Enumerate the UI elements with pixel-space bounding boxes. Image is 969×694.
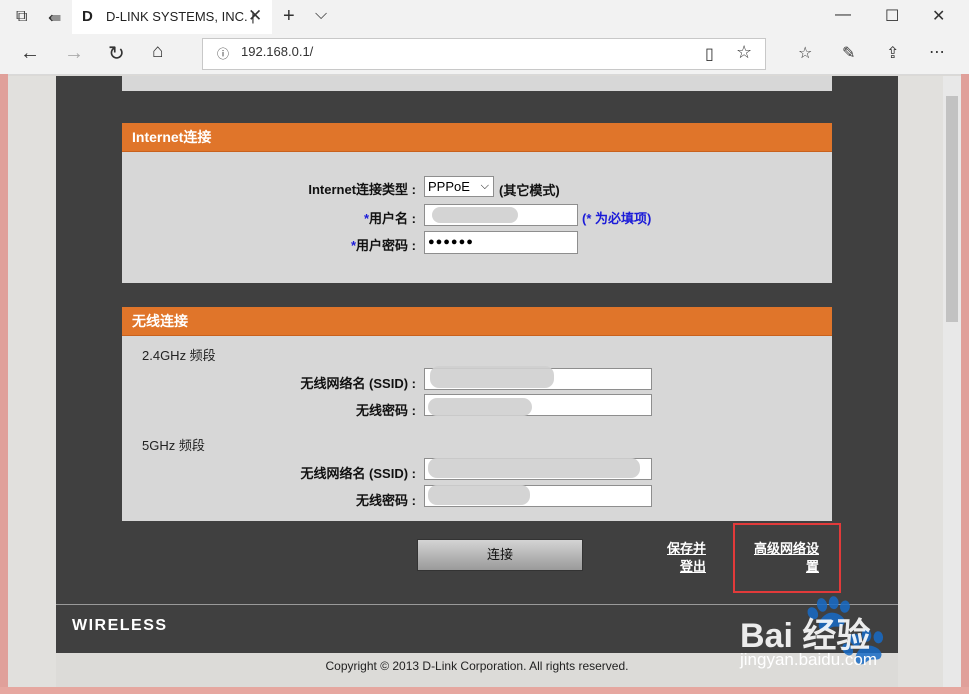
conn-type-label: Internet连接类型 :	[308, 182, 416, 197]
window-edge-bottom	[0, 687, 969, 694]
annotation-highlight-box	[733, 523, 841, 593]
favorite-star-icon[interactable]: ☆	[736, 42, 752, 63]
web-note-icon[interactable]: ✎	[842, 43, 855, 63]
wifi-pwd-5-label: 无线密码 :	[356, 493, 416, 508]
required-note: (* 为必填项)	[582, 211, 652, 226]
wireless-brand: WIRELESS	[72, 617, 168, 634]
new-tab-icon[interactable]: +	[283, 5, 295, 28]
wifi-pwd-5-redacted	[428, 485, 530, 505]
refresh-icon[interactable]: ↻	[108, 41, 125, 66]
save-logout-line1: 保存并	[666, 541, 706, 556]
band-5-heading: 5GHz 频段	[142, 438, 205, 453]
save-logout-link[interactable]: 保存并 登出	[650, 540, 706, 576]
ssid-24-redacted	[430, 366, 554, 388]
internet-panel-title: Internet连接	[122, 123, 832, 152]
password-label-row: *用户密码 :	[320, 235, 416, 254]
window-edge-right	[961, 74, 969, 694]
tab-list-chevron-icon[interactable]: ⌵	[315, 6, 327, 24]
conn-type-value: PPPoE	[428, 179, 470, 194]
back-icon[interactable]: ←	[20, 42, 40, 65]
previous-panel-bottom	[122, 76, 832, 91]
address-text[interactable]: 192.168.0.1/	[241, 44, 313, 59]
minimize-icon[interactable]: —	[835, 6, 851, 24]
username-redacted	[432, 207, 518, 223]
band-24-heading: 2.4GHz 频段	[142, 348, 216, 363]
tab-preview-icon[interactable]: ⧉	[16, 8, 27, 26]
dlink-favicon: D	[82, 8, 93, 25]
password-label: 用户密码 :	[356, 238, 416, 253]
window-edge-left	[0, 74, 8, 694]
reading-view-icon[interactable]: ▯	[705, 44, 714, 64]
username-label-row: *用户名 :	[340, 208, 416, 227]
forward-icon[interactable]: →	[64, 42, 84, 65]
share-icon[interactable]: ⇪	[886, 43, 899, 63]
ssid-24-label: 无线网络名 (SSID) :	[300, 376, 416, 391]
maximize-icon[interactable]: ☐	[885, 6, 899, 26]
chevron-down-icon: ⌵	[480, 180, 489, 192]
page-right-margin	[898, 76, 943, 687]
scrollbar-thumb[interactable]	[946, 96, 958, 322]
password-mask: ●●●●●●	[428, 236, 474, 248]
baidu-watermark-url: jingyan.baidu.com	[740, 650, 878, 669]
wireless-panel-title: 无线连接	[122, 307, 832, 336]
info-icon[interactable]: ⓘ	[217, 45, 229, 62]
set-aside-tabs-icon[interactable]: ⇚	[48, 8, 61, 28]
page-left-margin	[8, 76, 56, 687]
more-menu-icon[interactable]: ⋯	[929, 42, 945, 62]
save-logout-line2: 登出	[679, 559, 706, 574]
ssid-5-label: 无线网络名 (SSID) :	[300, 466, 416, 481]
close-window-icon[interactable]: ✕	[932, 6, 945, 26]
wifi-pwd-24-label: 无线密码 :	[356, 403, 416, 418]
conn-type-note: (其它模式)	[499, 183, 560, 198]
close-tab-icon[interactable]: ✕	[248, 6, 262, 26]
tab-title: D-LINK SYSTEMS, INC. |	[106, 9, 255, 24]
ssid-5-redacted	[428, 458, 640, 478]
home-icon[interactable]: ⌂	[152, 41, 163, 63]
favorites-hub-icon[interactable]: ☆	[798, 43, 812, 63]
connect-button[interactable]: 连接	[417, 539, 583, 571]
username-label: 用户名 :	[369, 211, 416, 226]
conn-type-select[interactable]: PPPoE ⌵	[424, 176, 494, 197]
wifi-pwd-24-redacted	[428, 398, 532, 416]
